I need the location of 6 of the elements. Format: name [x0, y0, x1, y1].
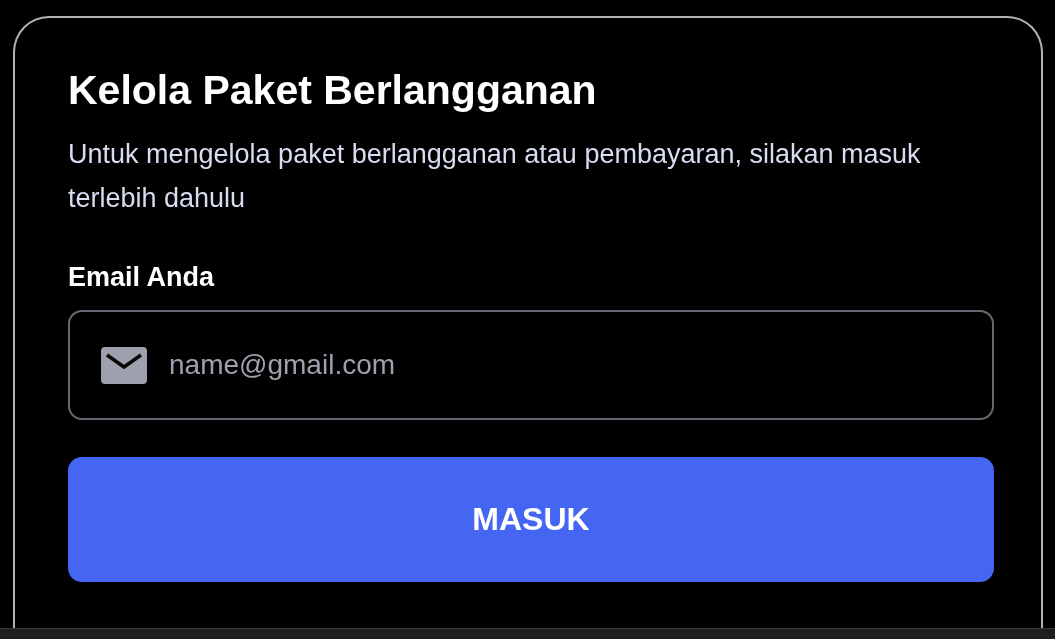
field-label: Email Anda — [68, 261, 216, 294]
email-field[interactable]: name@gmail.com — [68, 310, 994, 420]
submit-button[interactable]: MASUK — [68, 457, 994, 582]
card-description: Untuk mengelola paket berlangganan atau pembayaran, silakan masuk terlebih dahulu — [68, 138, 922, 215]
mail-icon — [101, 347, 147, 384]
card-title: Kelola Paket Berlangganan — [68, 66, 598, 115]
